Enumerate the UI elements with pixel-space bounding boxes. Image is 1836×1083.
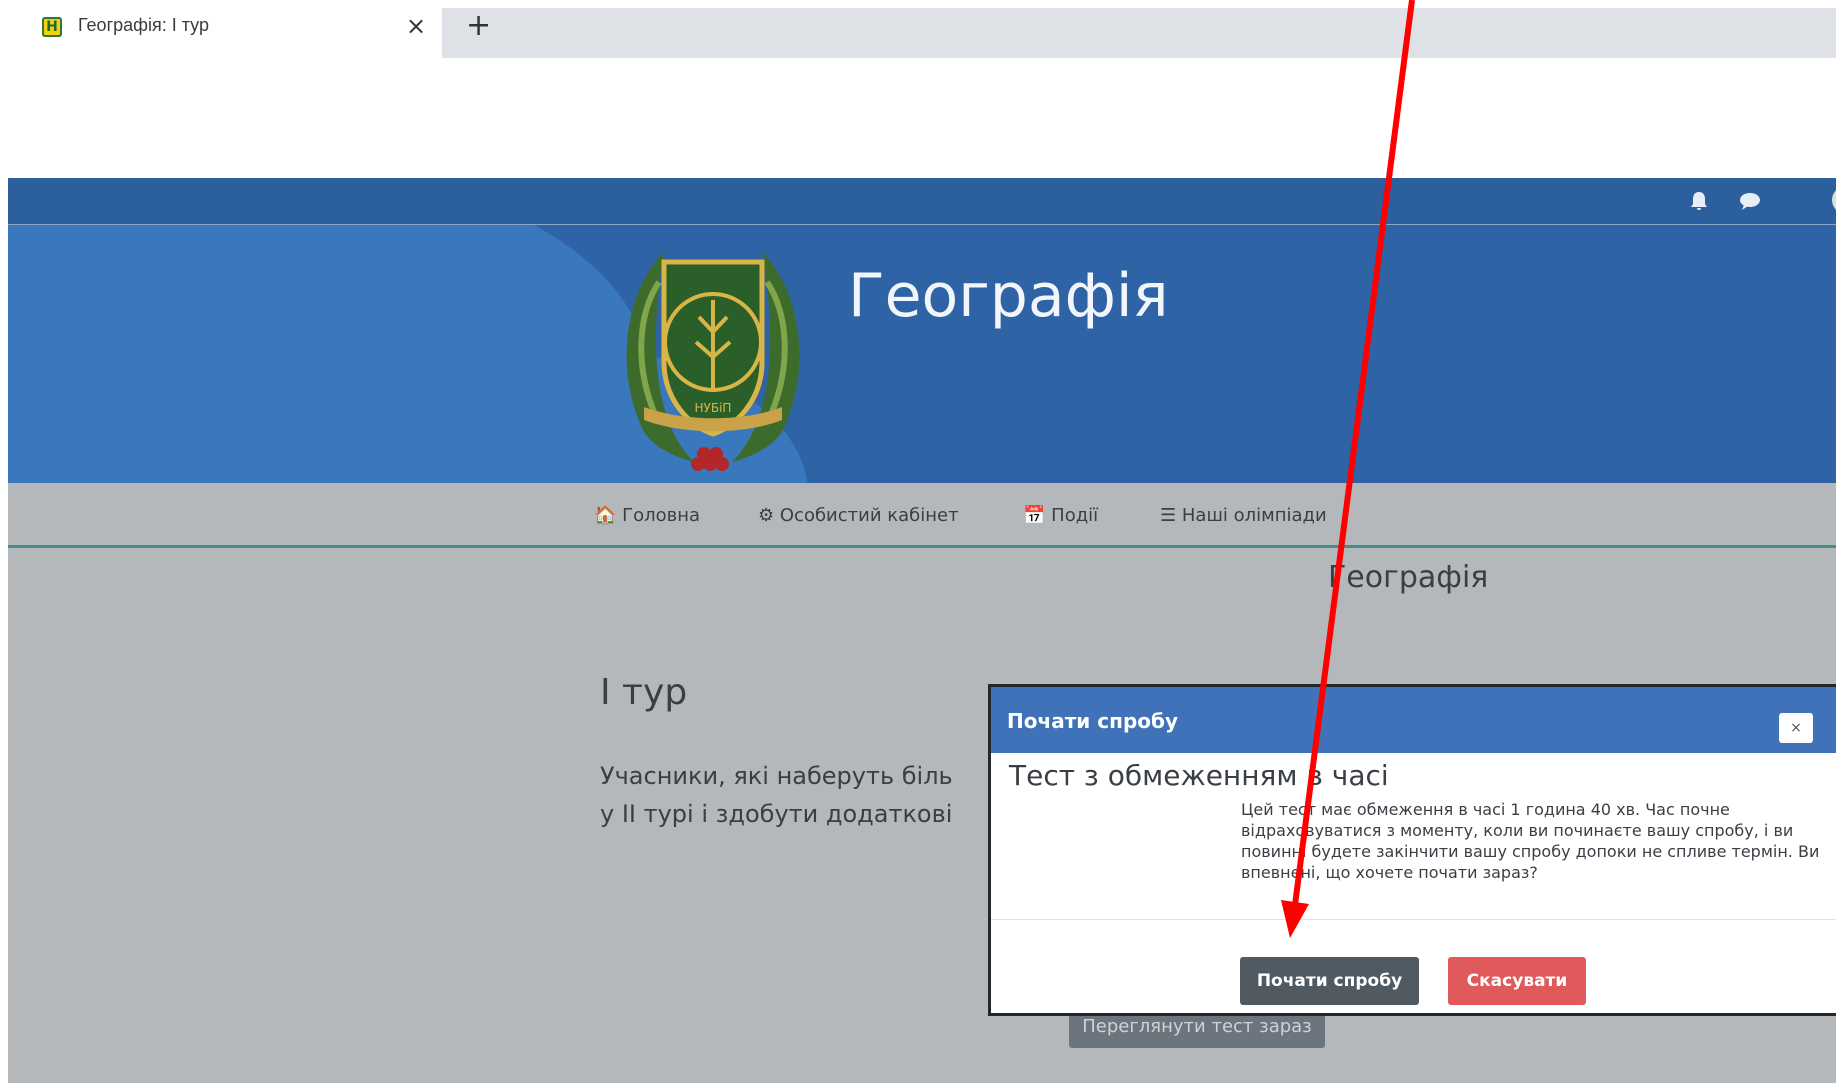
dialog-divider [991, 919, 1836, 920]
chat-icon[interactable] [1738, 190, 1762, 218]
menu-item-label: Наші олімпіади [1181, 505, 1327, 526]
intro-text-line: у ІІ турі і здобути додаткові [600, 800, 953, 828]
calendar-icon: 📅 [1023, 505, 1046, 526]
menu-item-label: Головна [622, 505, 701, 526]
dashboard-icon: ⚙ [758, 505, 775, 526]
page-title: І тур [600, 672, 688, 713]
intro-text-line: Учасники, які наберуть біль [600, 762, 953, 790]
university-crest-logo[interactable]: НУБіП [604, 222, 822, 472]
new-tab-icon[interactable]: + [466, 8, 491, 43]
berries-icon [691, 447, 729, 471]
crest-text: НУБіП [695, 401, 732, 415]
dialog-subtitle: Тест з обмеженням в часі [1009, 759, 1389, 792]
main-menu: 🏠 Головна ⚙ Особистий кабінет 📅 Події ☰ … [8, 483, 1836, 548]
home-icon: 🏠 [594, 505, 617, 526]
browser-tab[interactable]: Н Географія: І тур × [8, 0, 440, 66]
bell-icon[interactable] [1688, 190, 1710, 218]
tab-title: Географія: І тур [78, 15, 209, 35]
list-icon: ☰ [1160, 505, 1177, 526]
menu-item-label: Особистий кабінет [779, 505, 959, 526]
course-name: Географія [1328, 560, 1489, 595]
header-banner: Географія [8, 225, 1836, 483]
close-icon[interactable]: × [1779, 713, 1813, 743]
start-attempt-button[interactable]: Почати спробу [1240, 957, 1419, 1005]
user-avatar[interactable] [1832, 186, 1836, 214]
menu-item-olympiads[interactable]: ☰ Наші олімпіади [1160, 505, 1327, 526]
dialog-message: Цей тест має обмеження в часі 1 година 4… [1241, 800, 1820, 882]
dialog-title: Почати спробу [1007, 709, 1179, 733]
tab-strip [442, 8, 1836, 58]
menu-item-dashboard[interactable]: ⚙ Особистий кабінет [758, 505, 959, 526]
start-attempt-dialog: Почати спробу × Тест з обмеженням в часі… [988, 684, 1836, 1016]
site-title: Географія [848, 261, 1169, 331]
browser-tab-bar: Н Географія: І тур × + [0, 0, 1836, 66]
menu-item-label: Події [1051, 505, 1099, 526]
site-favicon-icon: Н [42, 17, 62, 37]
dialog-header: Почати спробу × [991, 687, 1836, 753]
menu-item-home[interactable]: 🏠 Головна [594, 505, 700, 526]
menu-item-events[interactable]: 📅 Події [1023, 505, 1098, 526]
cancel-button[interactable]: Скасувати [1448, 957, 1586, 1005]
close-tab-icon[interactable]: × [406, 12, 426, 40]
top-navbar [8, 178, 1836, 225]
